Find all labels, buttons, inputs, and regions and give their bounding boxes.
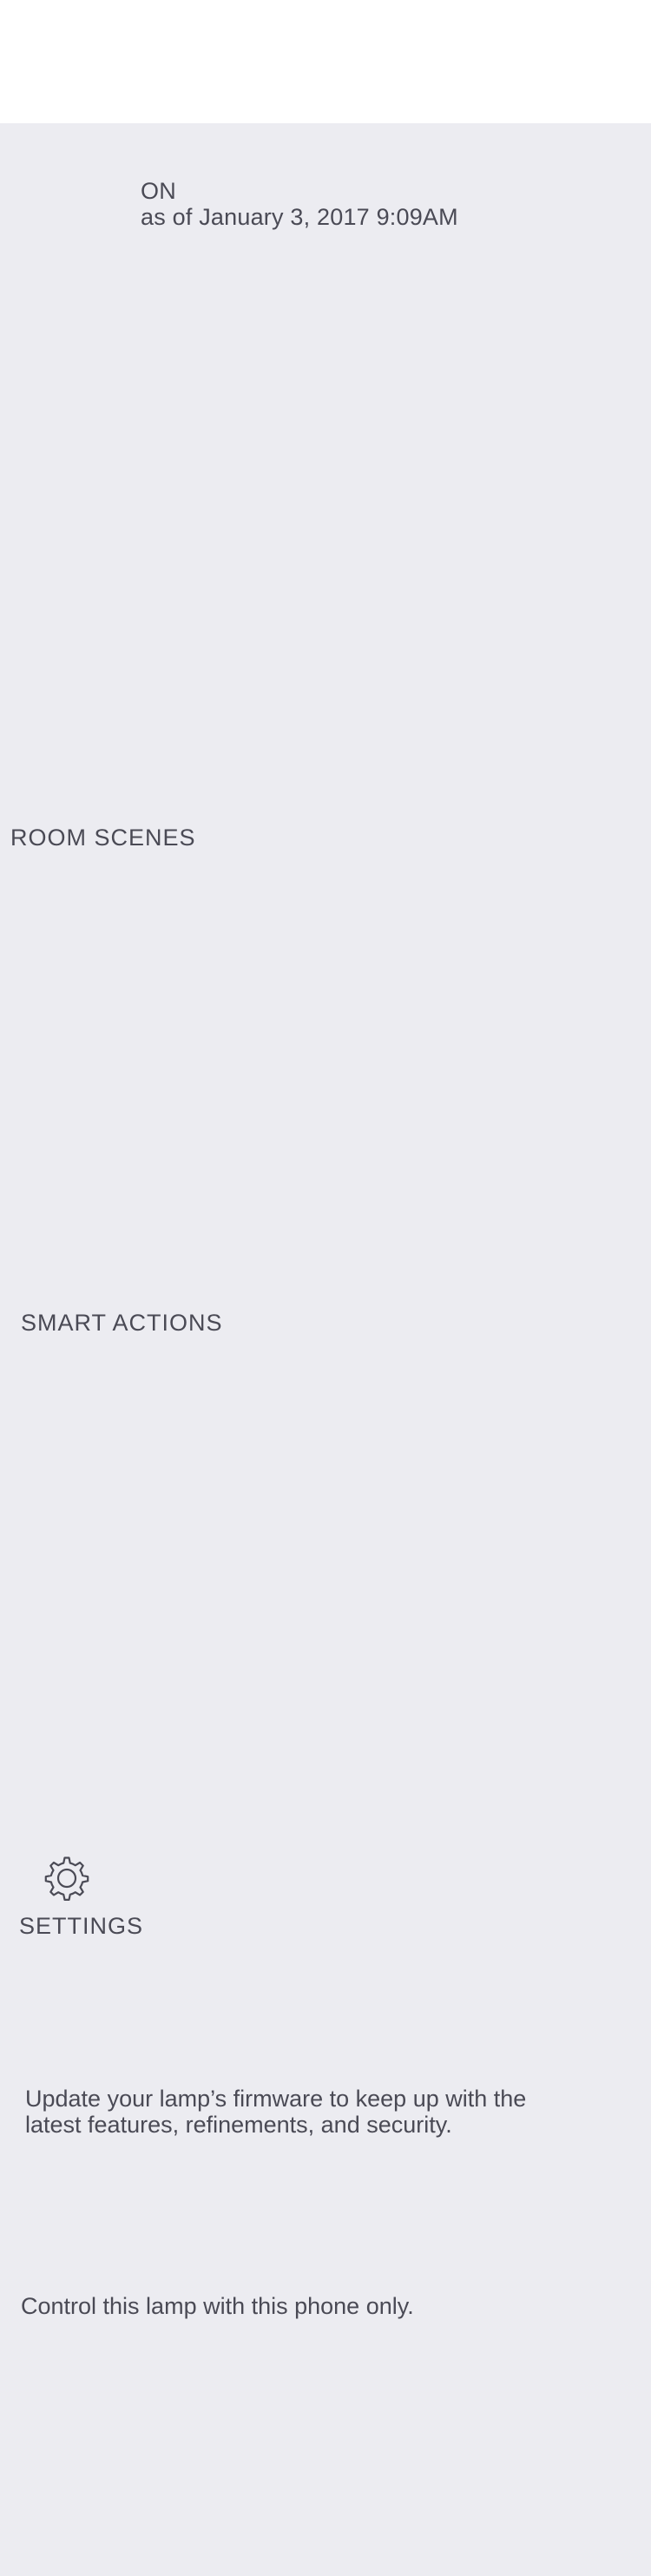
phone-only-control-description: Control this lamp with this phone only. — [21, 2293, 414, 2319]
lamp-detail-panel — [0, 123, 651, 2576]
firmware-update-description: Update your lamp’s firmware to keep up w… — [25, 2086, 526, 2138]
firmware-description-line-2: latest features, refinements, and securi… — [25, 2112, 452, 2138]
room-scenes-heading: ROOM SCENES — [10, 825, 196, 851]
lamp-state: ON — [141, 178, 176, 204]
lamp-status: ON as of January 3, 2017 9:09AM — [141, 178, 458, 230]
settings-heading: SETTINGS — [19, 1913, 144, 1939]
firmware-description-line-1: Update your lamp’s firmware to keep up w… — [25, 2086, 527, 2112]
top-bar — [0, 0, 651, 123]
smart-actions-heading: SMART ACTIONS — [21, 1310, 223, 1336]
lamp-status-timestamp: as of January 3, 2017 9:09AM — [141, 204, 458, 230]
gear-icon — [44, 1856, 89, 1901]
